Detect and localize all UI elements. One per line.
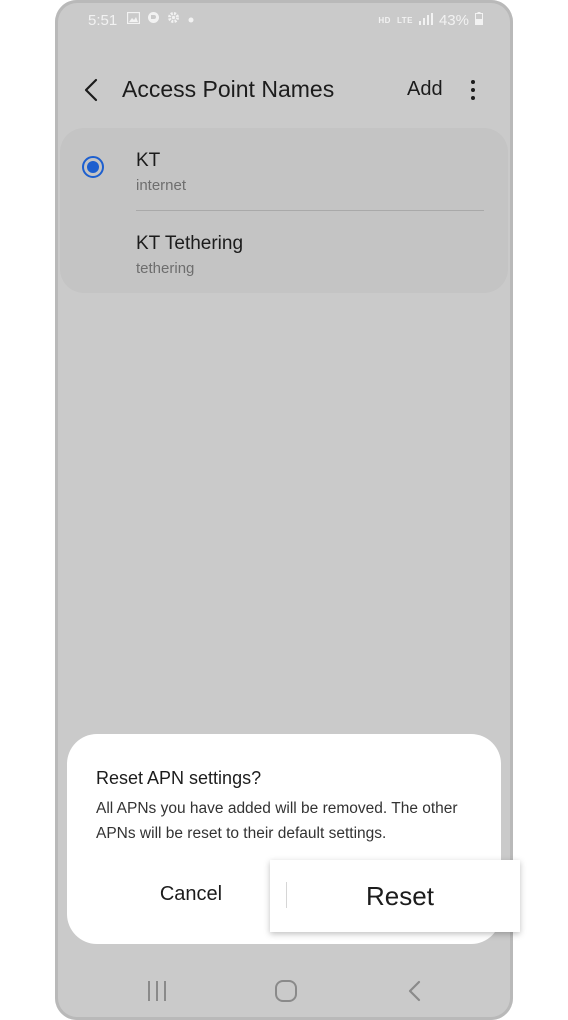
apn-item-kt[interactable]: KT internet xyxy=(60,128,508,210)
chevron-left-icon xyxy=(84,78,98,102)
battery-icon xyxy=(475,12,483,29)
battery-percent: 43% xyxy=(438,12,469,29)
status-time: 5:51 xyxy=(88,12,118,29)
apn-radio-selected[interactable] xyxy=(82,156,104,178)
cancel-button[interactable]: Cancel xyxy=(121,874,261,914)
apn-type: tethering xyxy=(136,260,195,277)
back-button[interactable] xyxy=(77,74,107,106)
add-button[interactable]: Add xyxy=(407,78,443,101)
lte-badge: LTE xyxy=(396,15,413,25)
nav-back-button[interactable] xyxy=(405,978,425,1009)
status-bar: 5:51 HD LTE 43% xyxy=(55,0,513,40)
dialog-message: All APNs you have added will be removed.… xyxy=(96,800,458,842)
apn-name: KT Tethering xyxy=(136,233,244,254)
dot-icon xyxy=(187,11,195,28)
apn-type: internet xyxy=(136,177,187,194)
apn-item-kt-tethering[interactable]: KT Tethering tethering xyxy=(60,211,508,293)
page-title: Access Point Names xyxy=(122,76,335,102)
bixby-icon xyxy=(147,11,160,28)
signal-icon xyxy=(418,12,433,29)
dialog-title: Reset APN settings? xyxy=(96,768,262,788)
system-status-icons: HD LTE 43% xyxy=(378,12,483,29)
recents-button[interactable] xyxy=(145,978,169,1009)
app-bar: Access Point Names Add xyxy=(55,60,513,120)
more-options-button[interactable] xyxy=(463,76,483,104)
home-icon xyxy=(275,980,297,1002)
notification-icons xyxy=(126,11,195,28)
gear-icon xyxy=(167,11,180,28)
navigation-bar xyxy=(55,968,513,1018)
apn-list: KT internet KT Tethering tethering xyxy=(60,128,508,293)
back-icon xyxy=(408,980,421,1002)
home-button[interactable] xyxy=(273,978,299,1009)
hd-badge: HD xyxy=(378,15,391,25)
apn-name: KT xyxy=(136,150,161,171)
gallery-icon xyxy=(126,11,141,28)
reset-label: Reset xyxy=(366,881,434,911)
more-vertical-icon xyxy=(471,80,475,100)
recents-icon xyxy=(148,981,166,1001)
reset-button[interactable]: Reset xyxy=(270,860,520,932)
